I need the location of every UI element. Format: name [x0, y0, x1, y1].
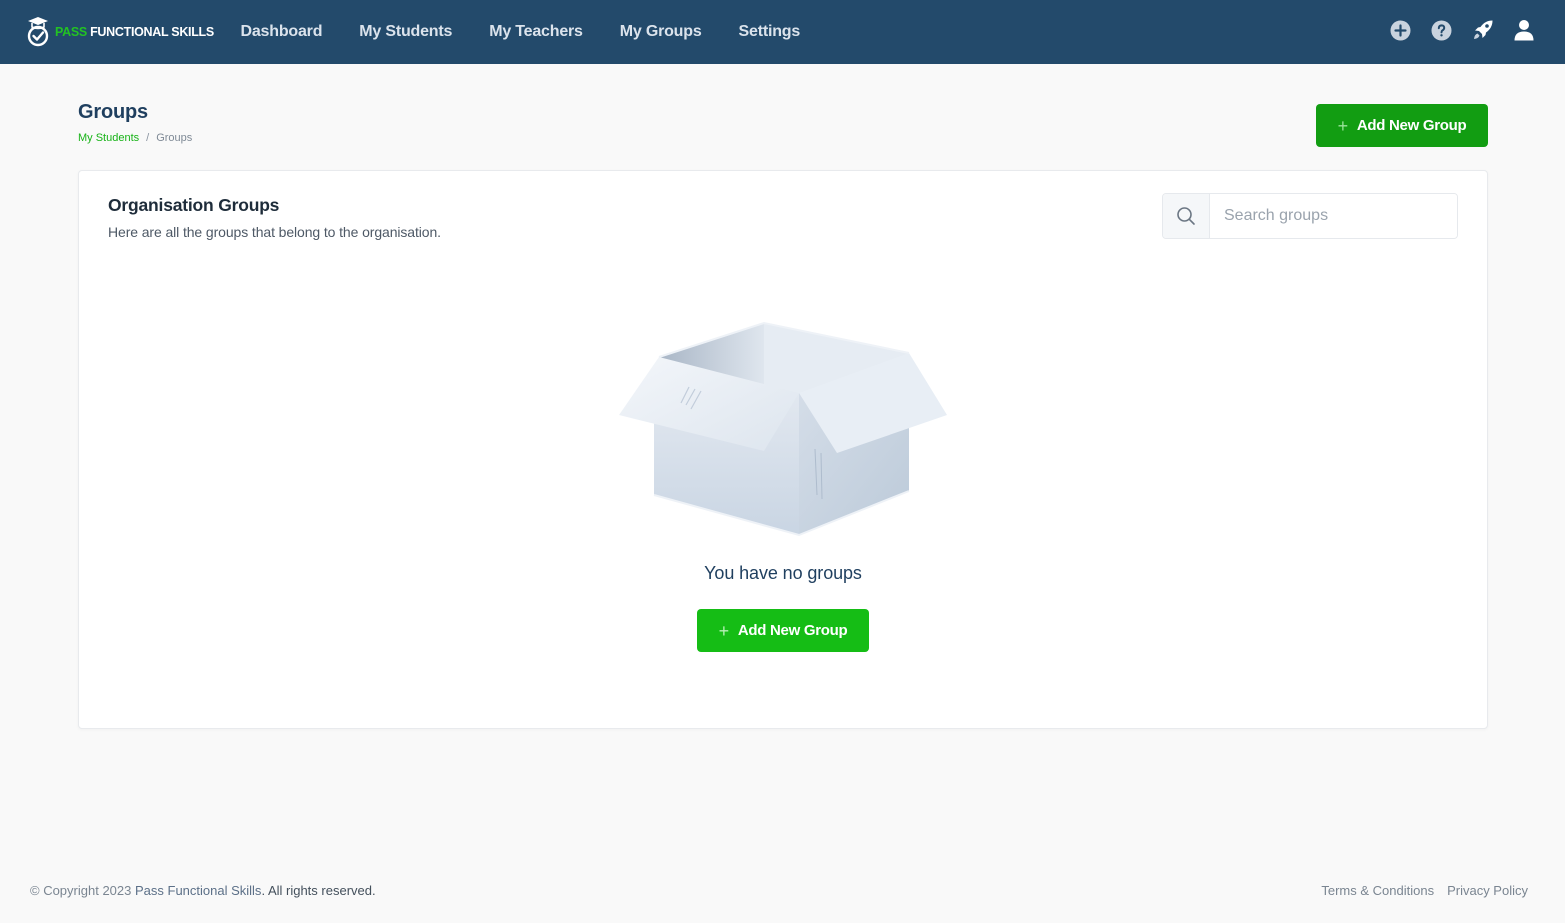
add-new-group-label: Add New Group: [1356, 117, 1467, 134]
organisation-groups-card: Organisation Groups Here are all the gro…: [78, 170, 1488, 729]
footer-copyright: © Copyright 2023 Pass Functional Skills.…: [30, 883, 376, 898]
footer-links: Terms & Conditions Privacy Policy: [1321, 883, 1528, 898]
open-box-icon: [619, 321, 947, 537]
top-icon-bar: [1389, 18, 1535, 42]
breadcrumb-groups: Groups: [156, 132, 193, 144]
copyright-prefix: © Copyright 2023: [30, 883, 135, 898]
app-logo[interactable]: PASS FUNCTIONAL SKILLS: [24, 14, 214, 50]
card-subtitle: Here are all the groups that belong to t…: [108, 224, 441, 240]
empty-add-new-group-label: Add New Group: [737, 622, 848, 639]
nav-my-teachers[interactable]: My Teachers: [471, 23, 602, 41]
page-title: Groups: [78, 101, 148, 123]
logo-text: PASS FUNCTIONAL SKILLS: [55, 25, 214, 39]
main-nav: Dashboard My Students My Teachers My Gro…: [222, 0, 819, 64]
add-new-group-button[interactable]: + Add New Group: [1316, 104, 1488, 147]
breadcrumb: My Students / Groups: [78, 132, 192, 144]
breadcrumb-separator: /: [146, 132, 150, 144]
copyright-suffix: . All rights reserved.: [261, 883, 376, 898]
logo-text-pass: PASS: [55, 25, 87, 39]
graduation-check-logo-icon: [27, 17, 49, 47]
user-icon[interactable]: [1512, 18, 1535, 42]
rocket-icon[interactable]: [1471, 18, 1494, 42]
plus-icon: +: [718, 620, 730, 641]
search-groups: [1162, 193, 1458, 239]
card-title: Organisation Groups: [108, 195, 280, 215]
terms-link[interactable]: Terms & Conditions: [1321, 883, 1434, 898]
copyright-brand: Pass Functional Skills: [134, 883, 262, 898]
top-navbar: PASS FUNCTIONAL SKILLS Dashboard My Stud…: [0, 0, 1565, 64]
nav-my-students[interactable]: My Students: [341, 23, 471, 41]
logo-text-functional-skills: FUNCTIONAL SKILLS: [86, 25, 214, 39]
privacy-link[interactable]: Privacy Policy: [1447, 883, 1528, 898]
plus-icon: +: [1337, 115, 1349, 136]
search-icon[interactable]: [1163, 194, 1210, 238]
empty-state-message: You have no groups: [704, 563, 862, 583]
nav-my-groups[interactable]: My Groups: [601, 23, 720, 41]
empty-add-new-group-button[interactable]: + Add New Group: [697, 609, 869, 652]
nav-settings[interactable]: Settings: [720, 23, 819, 41]
help-circle-icon[interactable]: [1430, 18, 1453, 42]
plus-circle-icon[interactable]: [1389, 18, 1412, 42]
search-input[interactable]: [1210, 194, 1457, 238]
nav-dashboard[interactable]: Dashboard: [222, 23, 341, 41]
breadcrumb-my-students[interactable]: My Students: [78, 132, 139, 144]
